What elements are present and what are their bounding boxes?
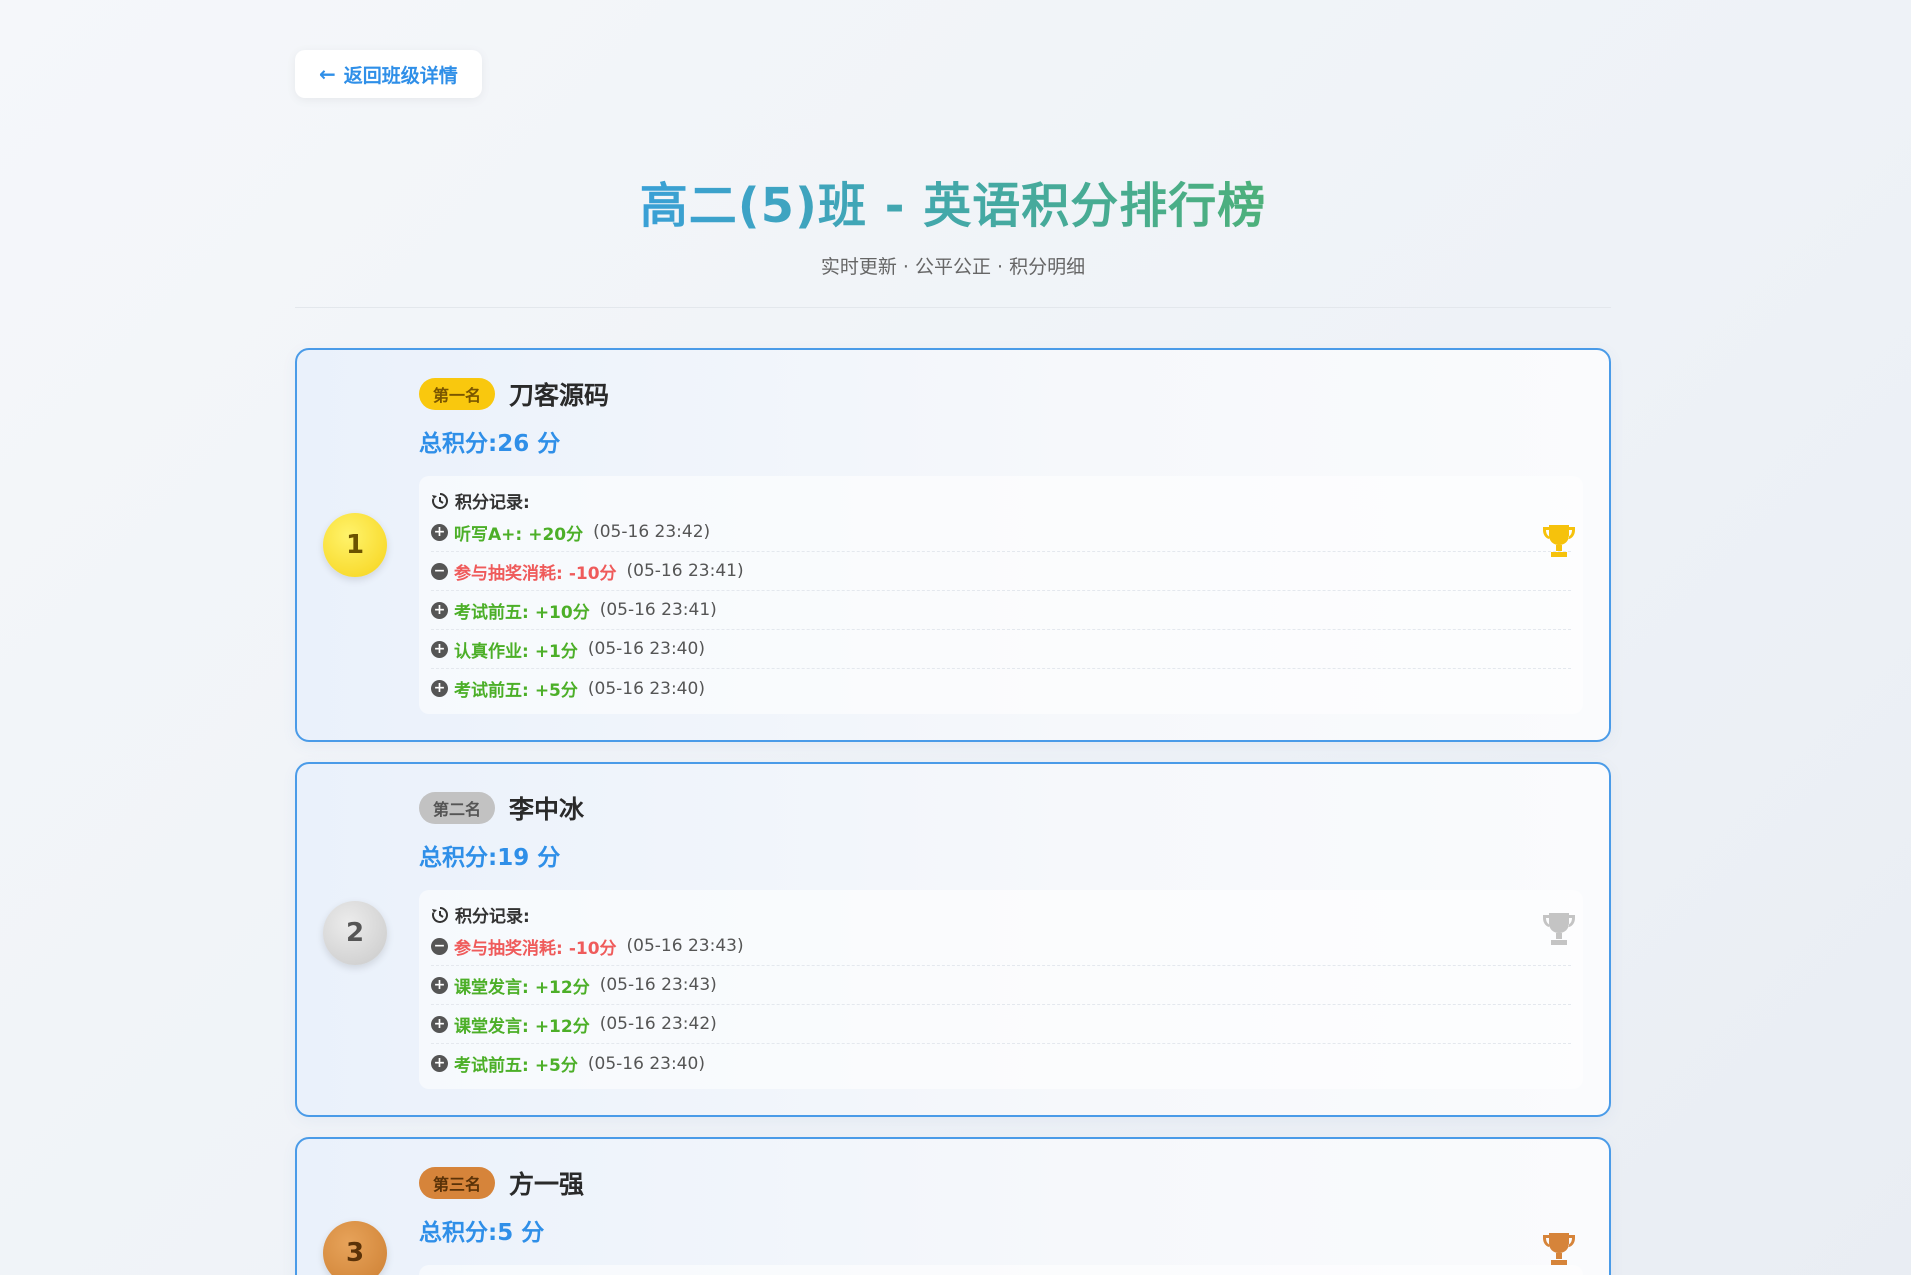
record-time: (05-16 23:42) [599, 1014, 717, 1034]
record-item: + 认真作业: +1分 (05-16 23:40) [431, 630, 1571, 669]
records-title: 积分记录: [431, 488, 1571, 513]
record-item: + 课堂发言: +12分 (05-16 23:43) [431, 966, 1571, 1005]
record-time: (05-16 23:40) [587, 1053, 705, 1074]
records-title: 积分记录: [431, 902, 1571, 927]
history-icon [432, 492, 448, 509]
leaderboard-card-2: 2 第二名 李中冰 总积分:19 分 积分记录: − 参与抽奖消耗: -10分 (05… [295, 762, 1611, 1117]
total-points: 总积分:26 分 [419, 431, 561, 457]
leaderboard-card-1: 1 第一名 刀客源码 总积分:26 分 积分记录: + 听写A+: +20分 (05-… [295, 348, 1611, 742]
record-label: 听写A+: [454, 524, 523, 545]
page-header: 高二(5)班 - 英语积分排行榜 实时更新 · 公平公正 · 积分明细 [295, 166, 1611, 279]
leaderboard-container: ← 返回班级详情 高二(5)班 - 英语积分排行榜 实时更新 · 公平公正 · … [295, 50, 1611, 1275]
divider [295, 307, 1611, 308]
records-label: 积分记录: [455, 493, 530, 513]
record-points: +5分 [534, 1056, 578, 1076]
record-item: + 考试前五: +5分 (05-16 23:40) [431, 1044, 1571, 1083]
record-item: − 参与抽奖消耗: -10分 (05-16 23:41) [431, 552, 1571, 591]
page-title: 高二(5)班 - 英语积分排行榜 [640, 166, 1267, 236]
name-row: 第二名 李中冰 [419, 790, 1583, 826]
trophy-icon [1543, 1233, 1575, 1265]
plus-circle-icon: + [431, 1015, 448, 1033]
record-points: +12分 [534, 977, 590, 998]
student-name: 方一强 [509, 1170, 585, 1199]
rank-badge: 第一名 [419, 378, 496, 410]
record-points: +12分 [534, 1016, 590, 1037]
points-records: 积分记录: [419, 1265, 1583, 1275]
rank-circle: 1 [323, 513, 387, 577]
page: ← 返回班级详情 高二(5)班 - 英语积分排行榜 实时更新 · 公平公正 · … [0, 0, 1911, 1275]
total-points: 总积分:19 分 [419, 845, 561, 871]
record-points: +10分 [534, 602, 590, 623]
points-records: 积分记录: + 听写A+: +20分 (05-16 23:42) − 参与抽奖消耗: -10… [419, 476, 1583, 714]
record-points: +5分 [534, 681, 578, 701]
record-label: 参与抽奖消耗: [454, 938, 563, 959]
plus-circle-icon: + [431, 976, 448, 994]
minus-circle-icon: − [431, 937, 448, 955]
record-item: + 考试前五: +5分 (05-16 23:40) [431, 669, 1571, 708]
plus-circle-icon: + [431, 680, 448, 697]
record-points: +1分 [534, 641, 578, 662]
page-subtitle: 实时更新 · 公平公正 · 积分明细 [820, 256, 1086, 278]
plus-circle-icon: + [431, 523, 448, 541]
points-records: 积分记录: − 参与抽奖消耗: -10分 (05-16 23:43) + 课堂发言: +12… [419, 890, 1583, 1089]
trophy-icon [1543, 913, 1575, 945]
rank-badge: 第二名 [419, 792, 496, 824]
record-label: 考试前五: [454, 681, 529, 701]
name-row: 第一名 刀客源码 [419, 376, 1583, 412]
record-label: 课堂发言: [454, 1016, 529, 1037]
record-item: − 参与抽奖消耗: -10分 (05-16 23:43) [431, 927, 1571, 966]
record-time: (05-16 23:42) [593, 522, 711, 542]
plus-circle-icon: + [431, 601, 448, 619]
record-time: (05-16 23:40) [587, 639, 705, 659]
record-time: (05-16 23:41) [599, 600, 717, 620]
arrow-left-icon: ← [319, 62, 336, 86]
record-label: 课堂发言: [454, 977, 529, 998]
record-item: + 考试前五: +10分 (05-16 23:41) [431, 591, 1571, 630]
record-label: 认真作业: [454, 641, 529, 662]
rank-circle: 3 [323, 1221, 387, 1275]
record-item: + 课堂发言: +12分 (05-16 23:42) [431, 1005, 1571, 1044]
plus-circle-icon: + [431, 1055, 448, 1072]
minus-circle-icon: − [431, 562, 448, 580]
record-label: 考试前五: [454, 602, 529, 623]
record-time: (05-16 23:43) [599, 975, 717, 995]
trophy-icon [1543, 525, 1575, 557]
leaderboard-card-3: 3 第三名 方一强 总积分:5 分 积分记录: [295, 1137, 1611, 1275]
total-points: 总积分:5 分 [419, 1220, 545, 1246]
record-points: +20分 [528, 524, 584, 545]
record-label: 参与抽奖消耗: [454, 563, 563, 584]
name-row: 第三名 方一强 [419, 1165, 1583, 1201]
student-name: 李中冰 [509, 795, 585, 824]
record-time: (05-16 23:41) [626, 561, 744, 581]
record-label: 考试前五: [454, 1056, 529, 1076]
rank-badge: 第三名 [419, 1167, 496, 1199]
rank-circle: 2 [323, 901, 387, 965]
record-item: + 听写A+: +20分 (05-16 23:42) [431, 513, 1571, 552]
record-time: (05-16 23:40) [587, 678, 705, 699]
back-button-label: 返回班级详情 [343, 64, 458, 87]
record-time: (05-16 23:43) [626, 936, 744, 956]
student-name: 刀客源码 [509, 381, 610, 410]
records-label: 积分记录: [455, 907, 530, 927]
plus-circle-icon: + [431, 640, 448, 658]
record-points: -10分 [568, 938, 617, 959]
record-points: -10分 [568, 563, 617, 584]
history-icon [432, 906, 448, 923]
back-button[interactable]: ← 返回班级详情 [295, 50, 482, 98]
